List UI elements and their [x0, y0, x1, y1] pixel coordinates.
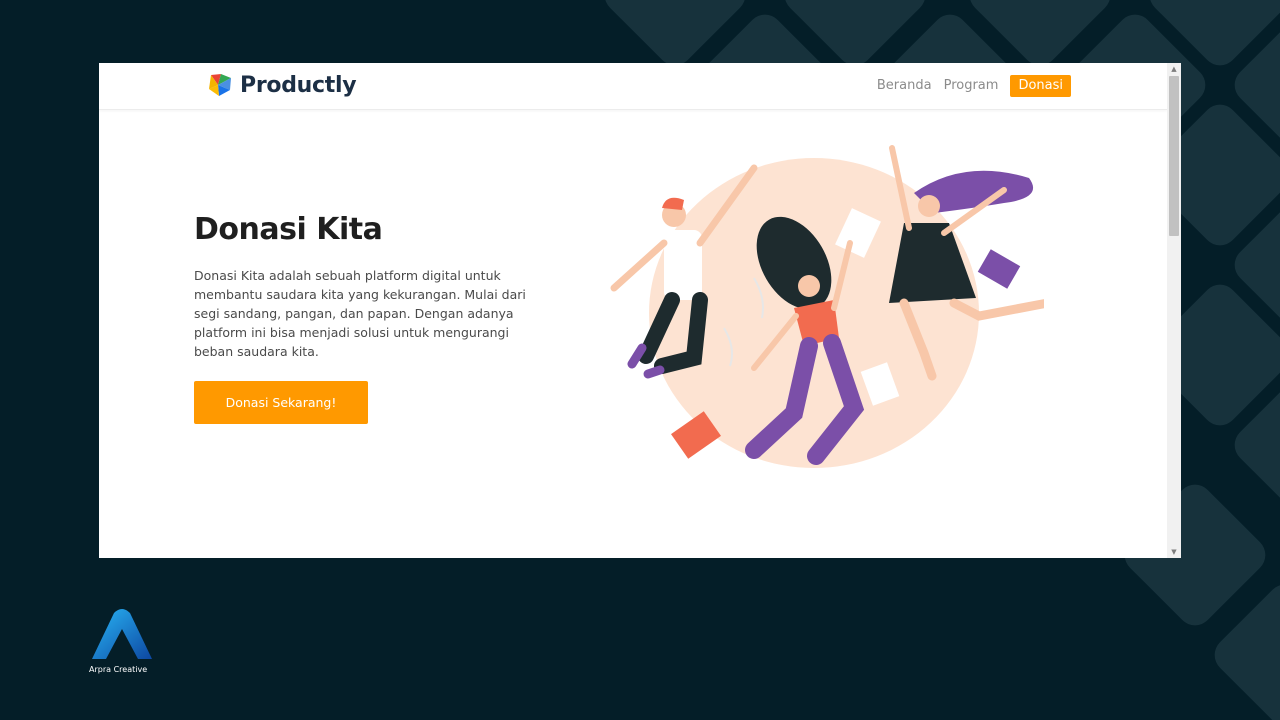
donate-now-button[interactable]: Donasi Sekarang!	[194, 381, 368, 424]
arpra-creative-logo-icon	[92, 609, 152, 659]
nav-link-program[interactable]: Program	[944, 75, 999, 97]
jumping-people-illustration	[610, 145, 1044, 468]
page-scrollbar[interactable]: ▲ ▼	[1167, 63, 1181, 558]
main-nav: Beranda Program Donasi	[865, 75, 1071, 97]
watermark-text: Arpra Creative	[89, 665, 148, 674]
productly-logo-icon	[209, 74, 231, 96]
hero-section: Donasi Kita Donasi Kita adalah sebuah pl…	[194, 210, 554, 361]
scroll-down-icon[interactable]: ▼	[1167, 546, 1181, 558]
hero-title: Donasi Kita	[194, 212, 383, 247]
scroll-up-icon[interactable]: ▲	[1167, 63, 1181, 75]
scrollbar-thumb[interactable]	[1169, 76, 1179, 236]
nav-link-donasi[interactable]: Donasi	[1010, 75, 1071, 97]
watermark: Arpra Creative	[89, 609, 159, 674]
browser-window: Productly Beranda Program Donasi Donasi …	[99, 63, 1181, 558]
brand-name: Productly	[240, 72, 357, 98]
site-logo[interactable]: Productly	[207, 72, 357, 98]
hero-description: Donasi Kita adalah sebuah platform digit…	[194, 268, 526, 359]
nav-link-beranda[interactable]: Beranda	[877, 75, 932, 97]
site-navbar: Productly Beranda Program Donasi	[99, 63, 1167, 110]
